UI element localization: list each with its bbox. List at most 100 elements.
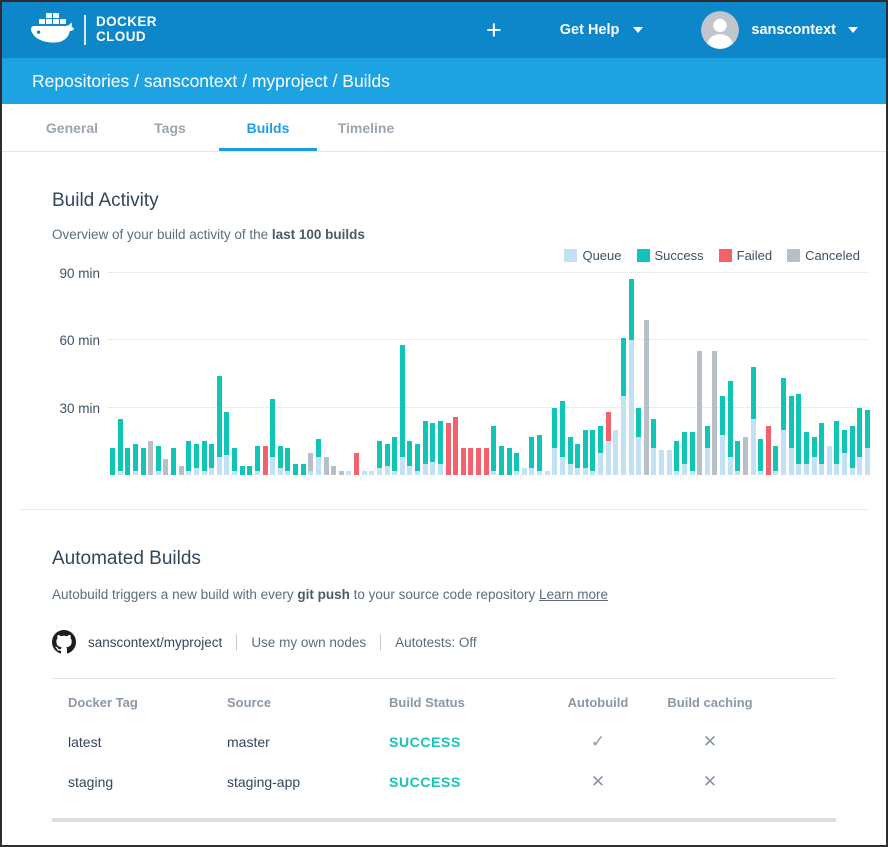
build-bar-97[interactable] bbox=[842, 430, 847, 475]
build-bar-58[interactable] bbox=[545, 471, 550, 476]
build-bar-37[interactable] bbox=[385, 444, 390, 476]
build-bar-46[interactable] bbox=[453, 417, 458, 476]
build-bar-72[interactable] bbox=[651, 419, 656, 475]
build-bar-2[interactable] bbox=[118, 419, 123, 475]
build-bar-96[interactable] bbox=[834, 421, 839, 475]
build-bar-91[interactable] bbox=[796, 394, 801, 475]
build-bar-26[interactable] bbox=[301, 464, 306, 475]
build-bar-27[interactable] bbox=[308, 453, 313, 476]
build-bar-1[interactable] bbox=[110, 448, 115, 475]
build-bar-19[interactable] bbox=[247, 466, 252, 475]
build-bar-6[interactable] bbox=[148, 441, 153, 475]
build-bar-61[interactable] bbox=[568, 437, 573, 475]
user-menu[interactable]: sanscontext bbox=[701, 11, 858, 49]
build-bar-81[interactable] bbox=[720, 396, 725, 475]
build-bar-25[interactable] bbox=[293, 464, 298, 475]
build-bar-77[interactable] bbox=[690, 432, 695, 475]
build-bar-8[interactable] bbox=[163, 459, 168, 475]
build-bar-23[interactable] bbox=[278, 446, 283, 475]
build-bar-100[interactable] bbox=[865, 410, 870, 475]
build-bar-62[interactable] bbox=[575, 444, 580, 476]
build-bar-79[interactable] bbox=[705, 426, 710, 476]
build-bar-32[interactable] bbox=[346, 471, 351, 476]
build-bar-87[interactable] bbox=[766, 426, 771, 476]
build-bar-80[interactable] bbox=[712, 351, 717, 475]
build-bar-94[interactable] bbox=[819, 423, 824, 475]
build-bar-21[interactable] bbox=[263, 446, 268, 475]
build-bar-93[interactable] bbox=[812, 437, 817, 475]
build-bar-36[interactable] bbox=[377, 441, 382, 475]
build-bar-64[interactable] bbox=[590, 430, 595, 475]
build-bar-60[interactable] bbox=[560, 401, 565, 475]
autotests-status[interactable]: Autotests: Off bbox=[395, 635, 477, 650]
build-bar-78[interactable] bbox=[697, 351, 702, 475]
autobuild-check-icon[interactable]: ✓ bbox=[549, 732, 647, 752]
build-bar-63[interactable] bbox=[583, 430, 588, 475]
build-bar-55[interactable] bbox=[522, 468, 527, 475]
build-bar-92[interactable] bbox=[804, 432, 809, 475]
build-bar-18[interactable] bbox=[240, 466, 245, 475]
get-help-menu[interactable]: Get Help bbox=[560, 22, 644, 38]
build-bar-11[interactable] bbox=[186, 441, 191, 475]
build-bar-50[interactable] bbox=[484, 448, 489, 475]
build-bar-57[interactable] bbox=[537, 435, 542, 476]
build-bar-52[interactable] bbox=[499, 446, 504, 475]
build-bar-56[interactable] bbox=[529, 437, 534, 475]
build-bar-45[interactable] bbox=[446, 423, 451, 475]
build-bar-15[interactable] bbox=[217, 376, 222, 475]
tab-tags[interactable]: Tags bbox=[121, 104, 219, 151]
docker-cloud-logo[interactable]: DOCKER CLOUD bbox=[30, 13, 157, 47]
build-bar-51[interactable] bbox=[491, 426, 496, 476]
build-bar-65[interactable] bbox=[598, 426, 603, 476]
build-bar-90[interactable] bbox=[789, 396, 794, 475]
build-bar-3[interactable] bbox=[125, 448, 130, 475]
build-bar-88[interactable] bbox=[773, 446, 778, 475]
build-bar-14[interactable] bbox=[209, 444, 214, 476]
tab-builds[interactable]: Builds bbox=[219, 104, 317, 151]
build-bar-75[interactable] bbox=[674, 441, 679, 475]
build-bar-20[interactable] bbox=[255, 446, 260, 475]
build-bar-68[interactable] bbox=[621, 338, 626, 475]
build-bar-71[interactable] bbox=[644, 320, 649, 475]
build-bar-13[interactable] bbox=[202, 441, 207, 475]
build-bar-70[interactable] bbox=[636, 408, 641, 476]
build-caching-cross-icon[interactable]: ✕ bbox=[647, 772, 773, 792]
build-bar-66[interactable] bbox=[606, 412, 611, 475]
autobuild-cross-icon[interactable]: ✕ bbox=[549, 772, 647, 792]
build-bar-76[interactable] bbox=[682, 432, 687, 475]
learn-more-link[interactable]: Learn more bbox=[539, 587, 608, 602]
build-bar-54[interactable] bbox=[514, 453, 519, 476]
build-bar-47[interactable] bbox=[461, 448, 466, 475]
build-bar-73[interactable] bbox=[659, 450, 664, 475]
build-bar-44[interactable] bbox=[438, 421, 443, 475]
tab-timeline[interactable]: Timeline bbox=[317, 104, 415, 151]
build-bar-84[interactable] bbox=[743, 437, 748, 475]
build-bar-42[interactable] bbox=[423, 421, 428, 475]
build-bar-40[interactable] bbox=[407, 441, 412, 475]
build-bar-43[interactable] bbox=[430, 423, 435, 475]
build-bar-53[interactable] bbox=[507, 448, 512, 475]
build-bar-5[interactable] bbox=[141, 448, 146, 475]
build-bar-89[interactable] bbox=[781, 378, 786, 475]
build-bar-38[interactable] bbox=[392, 437, 397, 475]
build-bar-39[interactable] bbox=[400, 345, 405, 476]
build-bar-67[interactable] bbox=[613, 430, 618, 475]
build-bar-99[interactable] bbox=[857, 408, 862, 476]
build-bar-4[interactable] bbox=[133, 444, 138, 476]
build-bar-10[interactable] bbox=[179, 466, 184, 475]
build-bar-59[interactable] bbox=[552, 408, 557, 476]
build-bar-22[interactable] bbox=[270, 399, 275, 476]
build-bar-34[interactable] bbox=[362, 471, 367, 476]
build-bar-98[interactable] bbox=[850, 426, 855, 476]
build-bar-86[interactable] bbox=[758, 439, 763, 475]
build-bar-35[interactable] bbox=[369, 471, 374, 476]
build-bar-30[interactable] bbox=[331, 466, 336, 475]
build-status-cell[interactable]: SUCCESS bbox=[389, 774, 549, 790]
build-bar-12[interactable] bbox=[194, 444, 199, 476]
build-bar-83[interactable] bbox=[735, 441, 740, 475]
build-bar-41[interactable] bbox=[415, 444, 420, 476]
build-bar-95[interactable] bbox=[827, 446, 832, 475]
build-bar-29[interactable] bbox=[324, 457, 329, 475]
build-bar-49[interactable] bbox=[476, 448, 481, 475]
build-bar-69[interactable] bbox=[629, 279, 634, 475]
